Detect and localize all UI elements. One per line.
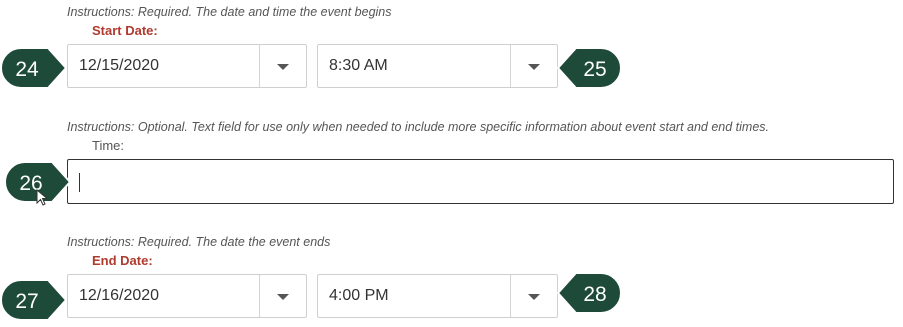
end-date-select[interactable]: 12/16/2020: [67, 274, 307, 318]
end-instructions: Instructions: Required. The date the eve…: [67, 235, 331, 249]
chevron-down-icon[interactable]: [528, 64, 540, 70]
callout-marker-27: 27: [0, 279, 68, 321]
mouse-pointer-icon: [36, 189, 49, 206]
select-divider: [259, 45, 260, 87]
chevron-down-icon[interactable]: [277, 294, 289, 300]
start-time-select[interactable]: 8:30 AM: [317, 44, 558, 88]
select-divider: [510, 275, 511, 317]
end-time-value: 4:00 PM: [329, 287, 389, 304]
time-text-field[interactable]: [67, 159, 894, 204]
marker-number: 24: [15, 58, 39, 81]
start-instructions: Instructions: Required. The date and tim…: [67, 5, 392, 19]
start-date-select[interactable]: 12/15/2020: [67, 44, 307, 88]
end-date-label: End Date:: [92, 253, 153, 268]
callout-marker-25: 25: [556, 47, 622, 89]
text-cursor: [79, 173, 80, 192]
end-time-select[interactable]: 4:00 PM: [317, 274, 558, 318]
time-instructions: Instructions: Optional. Text field for u…: [67, 120, 770, 134]
select-divider: [259, 275, 260, 317]
callout-marker-28: 28: [556, 272, 622, 314]
marker-number: 27: [15, 290, 38, 313]
time-label: Time:: [92, 138, 125, 153]
start-date-label: Start Date:: [92, 23, 158, 38]
callout-marker-24: 24: [0, 47, 68, 89]
chevron-down-icon[interactable]: [528, 294, 540, 300]
marker-number: 28: [583, 283, 606, 306]
select-divider: [510, 45, 511, 87]
marker-number: 25: [583, 58, 606, 81]
end-date-value: 12/16/2020: [79, 287, 160, 304]
start-date-value: 12/15/2020: [79, 57, 160, 74]
chevron-down-icon[interactable]: [277, 64, 289, 70]
start-time-value: 8:30 AM: [329, 57, 388, 74]
